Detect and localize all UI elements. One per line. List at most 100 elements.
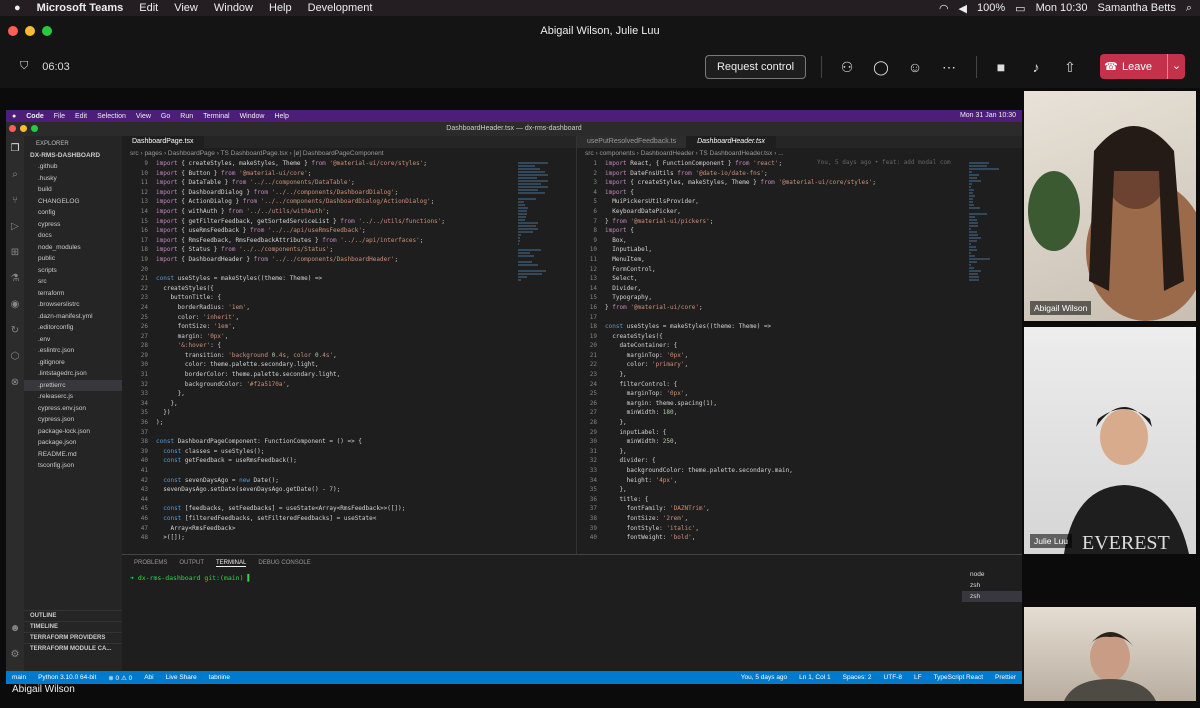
minimize-window-button[interactable] (25, 26, 35, 36)
explorer-item: .env (38, 335, 51, 343)
code-line: Select, (605, 275, 638, 283)
people-icon[interactable]: ⚇ (838, 58, 856, 76)
more-options-icon[interactable]: ⋯ (940, 58, 958, 76)
line-number: 23 (589, 371, 597, 379)
zoom-window-button[interactable] (42, 26, 52, 36)
settings-gear-icon: ⚙ (10, 649, 20, 660)
line-number: 6 (593, 207, 597, 215)
line-number: 32 (140, 380, 148, 388)
share-screen-icon[interactable]: ⇧ (1061, 58, 1079, 76)
explorer-item: .browserslistrc (38, 301, 80, 308)
participant-tile-julie[interactable]: EVEREST Julie Luu (1024, 327, 1196, 554)
explorer-item: .editorconfig (38, 324, 74, 331)
bottom-panel: PROBLEMS OUTPUT TERMINAL DEBUG CONSOLE ➜… (122, 554, 1022, 671)
line-number: 41 (140, 467, 148, 474)
line-number: 32 (589, 457, 597, 465)
microphone-icon[interactable]: ♪ (1027, 58, 1045, 76)
code-line: fontSize: '2rem', (605, 514, 689, 522)
line-number: 15 (140, 217, 148, 225)
code-line: sevenDaysAgo.setDate(sevenDaysAgo.getDat… (156, 486, 341, 494)
presenter-name: Abigail Wilson (12, 684, 75, 695)
blame-status: You, 5 days ago (740, 674, 788, 681)
testing-icon: ⚗ (10, 273, 20, 284)
code-line: ); (156, 419, 164, 427)
shared-screen: ● Code File Edit Selection View Go Run T… (6, 110, 1022, 684)
code-line: FormControl, (605, 265, 656, 273)
code-line: transition: 'background 0.4s, color 0.4s… (156, 351, 337, 359)
line-number: 19 (140, 255, 148, 263)
reactions-icon[interactable]: ☺ (906, 58, 924, 76)
line-number: 13 (140, 198, 148, 206)
user-name[interactable]: Samantha Betts (1098, 2, 1176, 14)
line-number: 39 (589, 524, 597, 532)
vs-menu-code: Code (26, 112, 44, 120)
branch-status: main (12, 674, 27, 681)
chevron-down-icon[interactable]: ⌄ (1167, 54, 1185, 79)
line-number: 44 (140, 495, 148, 503)
search-icon[interactable]: ⌕ (1186, 2, 1192, 15)
status-bar: main Python 3.10.0 64-bit ⊗ 0 ⚠ 0 Abi Li… (6, 671, 1022, 684)
menu-view[interactable]: View (174, 2, 198, 14)
line-number: 15 (589, 294, 597, 302)
camera-icon[interactable]: ■ (992, 58, 1010, 76)
window-title: Abigail Wilson, Julie Luu (540, 25, 660, 37)
left-editor: DashboardPage.tsx src › pages › Dashboar… (122, 136, 576, 554)
code-line: import { Button } from '@material-ui/cor… (156, 169, 312, 177)
line-number: 47 (140, 524, 148, 532)
line-number: 28 (140, 342, 148, 350)
menu-development[interactable]: Development (308, 2, 373, 14)
apple-icon[interactable]: ● (14, 2, 21, 14)
clock[interactable]: Mon 10:30 (1036, 2, 1088, 14)
close-window-button[interactable] (8, 26, 18, 36)
menu-help[interactable]: Help (269, 2, 292, 14)
explorer-item: README.md (38, 450, 77, 458)
menu-window[interactable]: Window (214, 2, 253, 14)
battery-icon[interactable]: ▭ (1015, 2, 1025, 15)
code-line: import { DashboardHeader } from '../../c… (156, 255, 399, 263)
line-number: 28 (589, 419, 597, 427)
explorer-item: src (38, 278, 47, 285)
docker-icon: ⬡ (10, 351, 20, 362)
code-line: const getFeedback = useRmsFeedback(); (163, 457, 297, 465)
remote-icon: ⊗ (10, 377, 20, 388)
menu-edit[interactable]: Edit (139, 2, 158, 14)
line-number: 21 (589, 351, 597, 359)
line-number: 17 (140, 236, 148, 244)
code-line: InputLabel, (605, 246, 652, 254)
wifi-icon[interactable]: ◠ (939, 2, 949, 15)
code-line: }, (605, 371, 627, 379)
menu-app-name[interactable]: Microsoft Teams (37, 2, 124, 14)
request-control-button[interactable]: Request control (705, 55, 806, 79)
line-number: 20 (589, 342, 597, 350)
timeline-section: TIMELINE (24, 621, 122, 632)
participant-video (1064, 632, 1156, 701)
line-number: 33 (140, 390, 148, 398)
code-line: import { useRmsFeedback } from '../../ap… (156, 227, 366, 235)
participant-tile-third[interactable] (1024, 607, 1196, 701)
code-line: color: theme.palette.secondary.light, (156, 361, 319, 369)
line-number: 31 (140, 371, 148, 379)
line-number: 38 (589, 514, 597, 522)
extensions-icon: ⊞ (10, 247, 20, 258)
code-line: import { (605, 188, 634, 196)
code-line: fontWeight: 'bold', (605, 534, 696, 542)
code-line: import DateFnsUtils from '@date-io/date-… (605, 169, 768, 177)
explorer-item: .eslintrc.json (38, 347, 75, 354)
liveshare-status: Live Share (165, 674, 197, 681)
vs-menu-file: File (53, 112, 66, 120)
explorer-item: .github (38, 163, 58, 170)
code-line: }, (156, 390, 185, 398)
live-share-icon: ↻ (10, 325, 20, 336)
participant-tile-abigail[interactable]: Abigail Wilson (1024, 91, 1196, 321)
leave-button[interactable]: ☎ Leave ⌄ (1100, 54, 1185, 79)
explorer-item: config (38, 209, 56, 216)
code-line: const [filteredFeedbacks, setFilteredFee… (163, 514, 377, 522)
line-number: 30 (140, 361, 148, 369)
code-line: fontFamily: 'DAZNTrim', (605, 505, 710, 513)
code-line: margin: '0px', (156, 332, 229, 340)
volume-icon[interactable]: ◀ (959, 2, 967, 15)
chat-icon[interactable]: ◯ (872, 58, 890, 76)
